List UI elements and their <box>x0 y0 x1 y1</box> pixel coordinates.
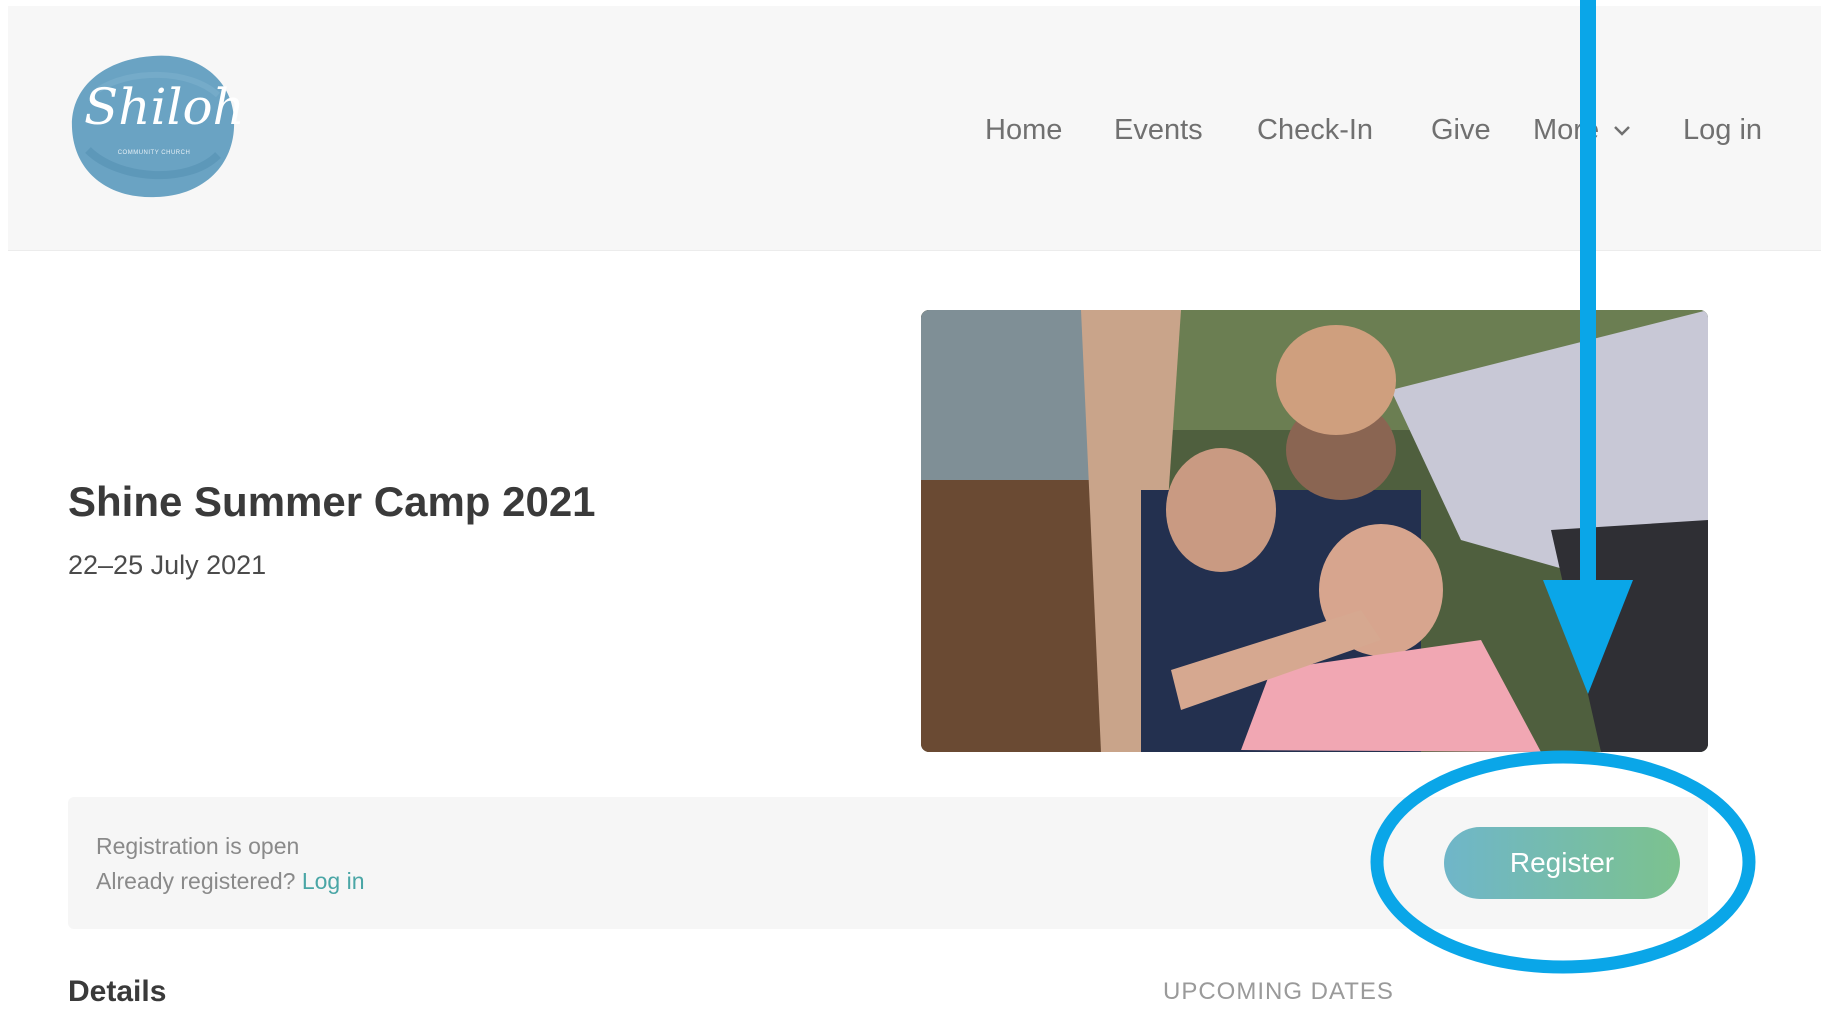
camp-photo-illustration <box>921 310 1708 752</box>
nav-home[interactable]: Home <box>985 114 1062 147</box>
event-date: 22–25 July 2021 <box>68 550 267 580</box>
nav-more[interactable]: More <box>1533 114 1631 147</box>
register-button[interactable]: Register <box>1444 827 1680 899</box>
event-title: Shine Summer Camp 2021 <box>68 478 596 525</box>
chevron-down-icon <box>1614 126 1631 137</box>
logo-wordmark: Shiloh <box>84 78 245 136</box>
already-registered-line: Already registered? Log in <box>96 868 365 895</box>
details-heading: Details <box>68 975 167 1008</box>
registration-status: Registration is open <box>96 833 300 859</box>
event-photo <box>921 310 1708 752</box>
login-link[interactable]: Log in <box>302 868 365 894</box>
nav-more-label: More <box>1533 114 1600 146</box>
site-header: Shiloh COMMUNITY CHURCH Home Events Chec… <box>8 6 1821 251</box>
upcoming-dates-heading: UPCOMING DATES <box>1163 978 1394 1005</box>
logo-subtitle: COMMUNITY CHURCH <box>117 150 191 156</box>
nav-log-in[interactable]: Log in <box>1683 114 1762 147</box>
nav-events[interactable]: Events <box>1114 114 1203 147</box>
already-registered-text: Already registered? <box>96 868 296 894</box>
nav-check-in[interactable]: Check-In <box>1257 114 1373 147</box>
church-logo[interactable]: Shiloh COMMUNITY CHURCH <box>68 50 245 200</box>
nav-give[interactable]: Give <box>1431 114 1491 147</box>
